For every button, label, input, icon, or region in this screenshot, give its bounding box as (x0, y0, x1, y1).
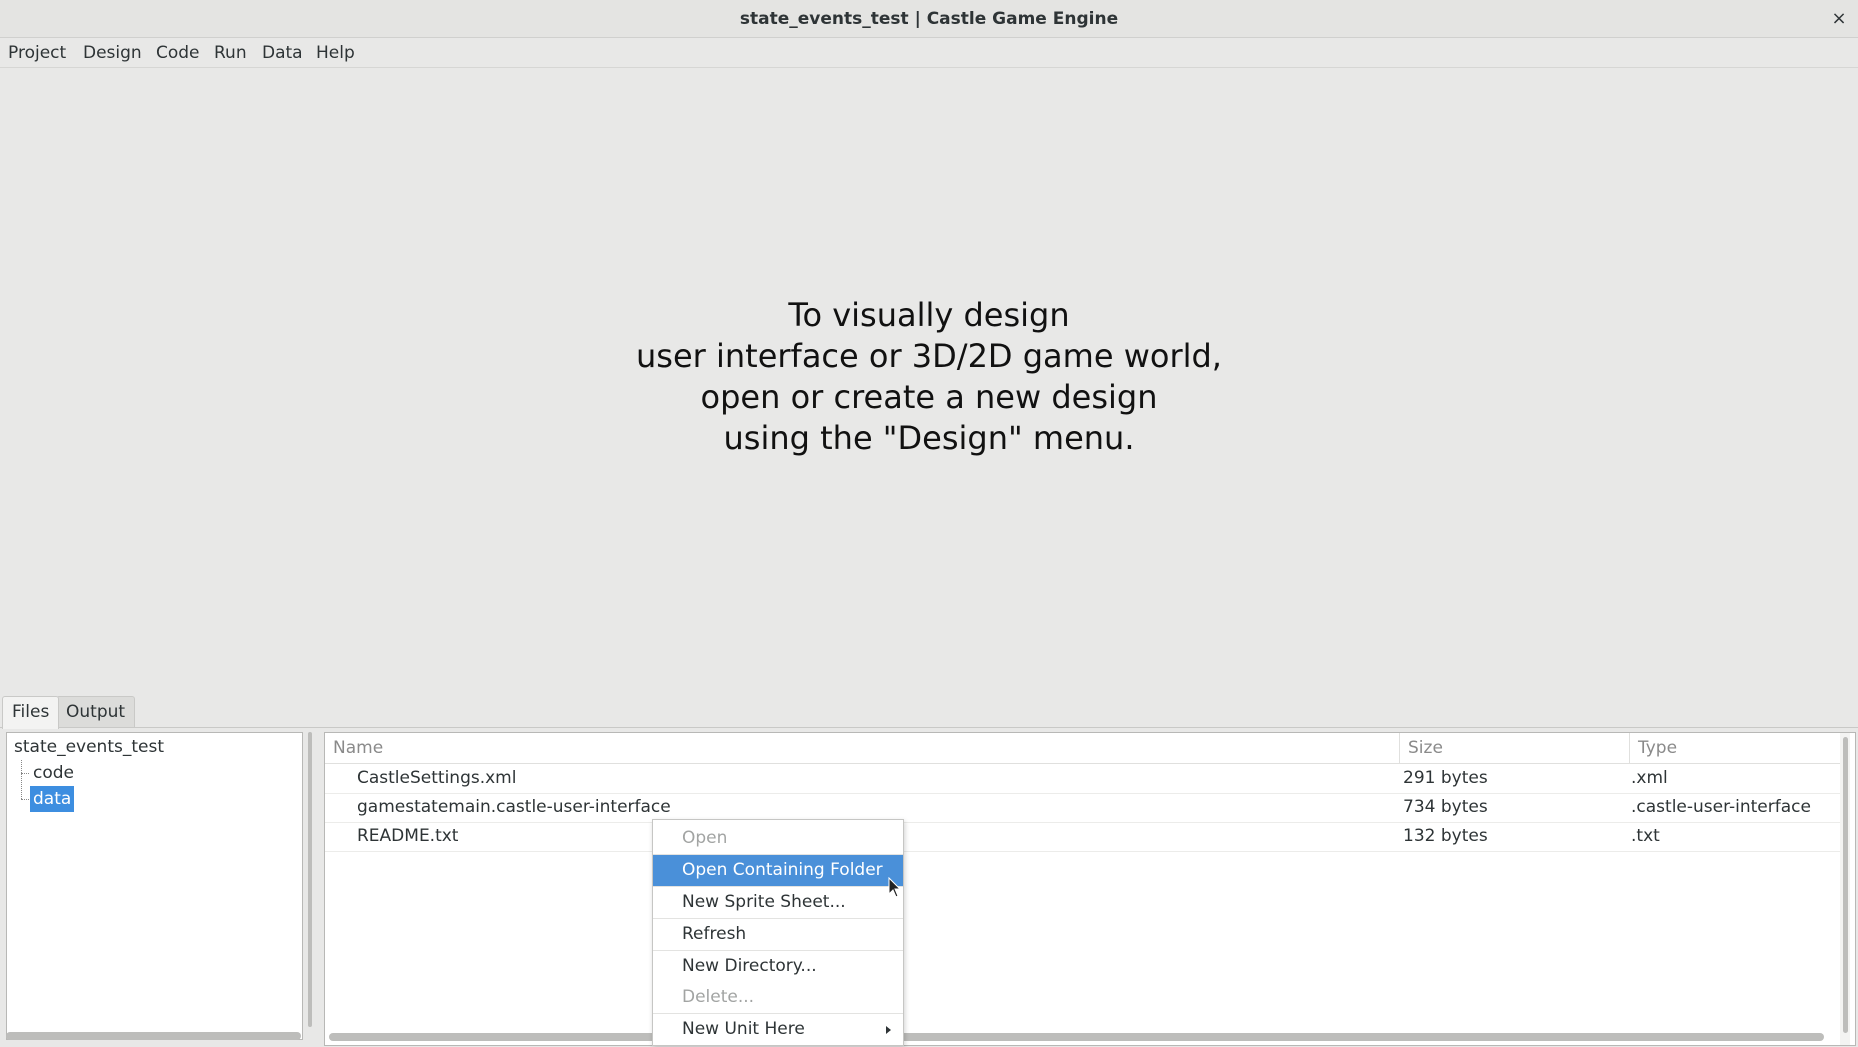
menu-run[interactable]: Run (214, 38, 247, 68)
menu-item-new-unit-here[interactable]: New Unit Here (653, 1014, 903, 1045)
window-title: state_events_test | Castle Game Engine (739, 9, 1119, 29)
panel-splitter[interactable] (306, 732, 314, 1040)
menu-item-new-sprite-sheet[interactable]: New Sprite Sheet... (653, 887, 903, 918)
tree-item-data[interactable]: data (30, 786, 75, 812)
menu-item-refresh[interactable]: Refresh (653, 919, 903, 950)
column-header-size[interactable]: Size (1400, 733, 1630, 763)
file-row[interactable]: README.txt 132 bytes .txt (325, 822, 1845, 852)
context-menu: Open Open Containing Folder New Sprite S… (652, 819, 904, 1046)
menu-help[interactable]: Help (316, 38, 355, 68)
menu-code[interactable]: Code (156, 38, 200, 68)
menu-item-label: New Unit Here (682, 1019, 805, 1039)
file-type: .xml (1631, 768, 1668, 788)
window-titlebar: state_events_test | Castle Game Engine × (0, 0, 1858, 38)
file-size: 291 bytes (1403, 768, 1488, 788)
menu-item-delete[interactable]: Delete... (653, 982, 903, 1013)
menubar: Project Design Code Run Data Help (0, 38, 1858, 68)
file-row[interactable]: gamestatemain.castle-user-interface 734 … (325, 793, 1845, 823)
file-name: CastleSettings.xml (357, 768, 517, 788)
file-list-header: Name Size Type (325, 733, 1845, 764)
file-row[interactable]: CastleSettings.xml 291 bytes .xml (325, 764, 1845, 794)
submenu-arrow-icon (886, 1026, 891, 1034)
design-message-line: open or create a new design (700, 378, 1158, 416)
file-list[interactable]: Name Size Type CastleSettings.xml 291 by… (324, 732, 1856, 1046)
design-message-line: To visually design (788, 296, 1070, 334)
scrollbar-thumb[interactable] (1843, 737, 1848, 1033)
menu-data[interactable]: Data (262, 38, 303, 68)
tree-connector (21, 799, 29, 800)
directory-tree[interactable]: state_events_test code data (6, 732, 303, 1040)
menu-item-new-directory[interactable]: New Directory... (653, 951, 903, 982)
column-header-name[interactable]: Name (325, 733, 1400, 763)
tree-connector (21, 773, 29, 774)
column-header-type[interactable]: Type (1630, 733, 1845, 763)
file-type: .castle-user-interface (1631, 797, 1811, 817)
design-placeholder-message: To visually design user interface or 3D/… (0, 295, 1858, 459)
design-message-line: user interface or 3D/2D game world, (636, 337, 1222, 375)
file-list-horizontal-scrollbar[interactable] (329, 1033, 1824, 1041)
menu-item-open[interactable]: Open (653, 823, 903, 854)
tab-files[interactable]: Files (2, 696, 60, 729)
menu-item-open-containing-folder[interactable]: Open Containing Folder (653, 855, 903, 886)
close-icon[interactable]: × (1824, 4, 1854, 34)
tree-item-code[interactable]: code (33, 760, 74, 786)
file-list-vertical-scrollbar[interactable] (1840, 733, 1850, 1045)
file-name: gamestatemain.castle-user-interface (357, 797, 671, 817)
mouse-cursor-icon (888, 877, 902, 898)
splitter-handle[interactable] (308, 732, 312, 1027)
menu-design[interactable]: Design (83, 38, 142, 68)
menu-project[interactable]: Project (8, 38, 66, 68)
tree-horizontal-scrollbar[interactable] (6, 1032, 301, 1040)
file-size: 734 bytes (1403, 797, 1488, 817)
tree-root[interactable]: state_events_test (14, 734, 164, 760)
tree-connector (21, 760, 22, 799)
file-size: 132 bytes (1403, 826, 1488, 846)
file-name: README.txt (357, 826, 459, 846)
design-message-line: using the "Design" menu. (723, 419, 1135, 457)
tab-output[interactable]: Output (56, 696, 136, 727)
file-type: .txt (1631, 826, 1660, 846)
